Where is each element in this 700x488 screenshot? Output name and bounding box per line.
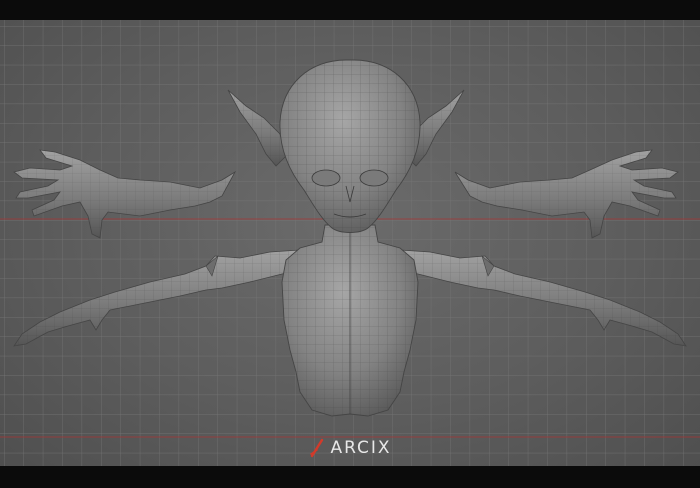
torso-mesh xyxy=(281,224,419,417)
left-eye xyxy=(311,169,341,187)
render-viewport: ARCIX xyxy=(0,0,700,488)
slash-logo-icon xyxy=(310,438,324,458)
mesh-render xyxy=(0,20,700,466)
right-eye xyxy=(359,169,389,187)
viewport-canvas xyxy=(0,20,700,466)
watermark: ARCIX xyxy=(0,436,700,460)
watermark-text: ARCIX xyxy=(330,438,392,458)
